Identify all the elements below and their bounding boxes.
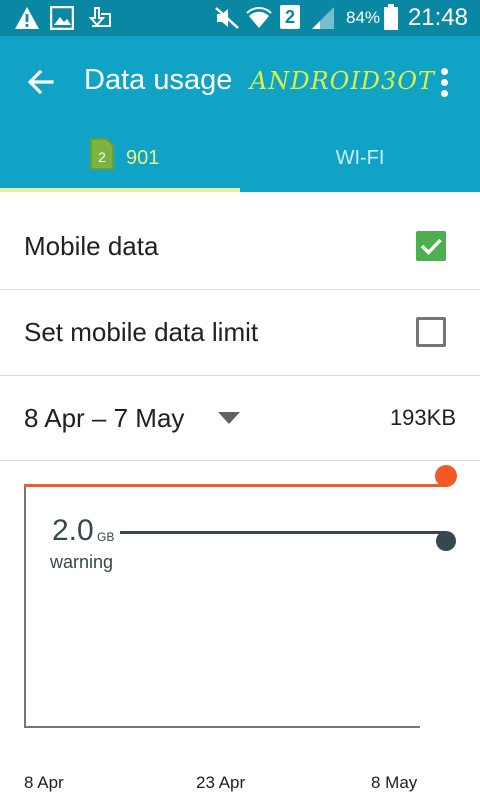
image-icon (50, 6, 74, 30)
tab-sim-label: 901 (126, 147, 160, 169)
tab-sim-2[interactable]: 2 901 (0, 126, 240, 192)
tab-wifi[interactable]: WI-FI (240, 126, 480, 192)
data-limit-label: Set mobile data limit (24, 317, 259, 347)
cycle-dropdown[interactable]: 8 Apr – 7 May (0, 376, 260, 460)
limit-handle[interactable] (435, 465, 457, 487)
mobile-data-row[interactable]: Mobile data (0, 192, 480, 289)
battery-icon (384, 4, 398, 30)
tab-wifi-label: WI-FI (335, 147, 385, 169)
overflow-menu-button[interactable] (430, 62, 460, 102)
warning-icon (15, 7, 39, 29)
warning-value: 2.0 (52, 514, 94, 547)
battery-percent: 84% (346, 8, 381, 27)
warning-unit: GB (97, 530, 115, 544)
x-tick-start: 8 Apr (24, 773, 64, 792)
data-limit-checkbox[interactable] (416, 317, 446, 347)
sim-slot-number: 2 (98, 149, 106, 165)
arrow-back-icon (27, 69, 54, 95)
watermark: ANDROID3OT (250, 67, 435, 95)
back-button[interactable] (22, 62, 62, 102)
sim-2-icon: 2 (280, 5, 300, 29)
divider (0, 460, 480, 461)
check-icon (420, 238, 442, 255)
download-icon (88, 7, 111, 27)
warning-handle[interactable] (436, 531, 456, 551)
x-tick-mid: 23 Apr (196, 773, 246, 792)
usage-total: 193KB (389, 405, 456, 430)
limit-line (24, 484, 446, 487)
x-tick-end: 8 May (371, 773, 418, 792)
dropdown-arrow-icon (218, 412, 240, 424)
warning-line (120, 531, 446, 534)
cycle-range: 8 Apr – 7 May (24, 403, 185, 433)
clock: 21:48 (407, 4, 468, 31)
page-title: Data usage (84, 64, 233, 96)
sim-number: 2 (284, 7, 295, 27)
mobile-data-checkbox[interactable] (416, 231, 446, 261)
mute-icon (215, 7, 239, 29)
signal-icon (312, 7, 334, 29)
warning-caption: warning (50, 552, 114, 572)
sim-card-icon: 2 (90, 138, 114, 170)
data-limit-row[interactable]: Set mobile data limit (0, 290, 480, 375)
usage-cycle-row: 8 Apr – 7 May 193KB (0, 376, 480, 460)
mobile-data-label: Mobile data (24, 231, 159, 261)
status-bar: 2 84% 21:48 (0, 0, 480, 36)
wifi-icon (246, 7, 272, 28)
usage-chart: 2.0 GB warning 8 Apr 23 Apr 8 May (0, 462, 480, 800)
app-bar: Data usage ANDROID3OT (0, 36, 480, 126)
tab-bar: 2 901 WI-FI (0, 126, 480, 192)
